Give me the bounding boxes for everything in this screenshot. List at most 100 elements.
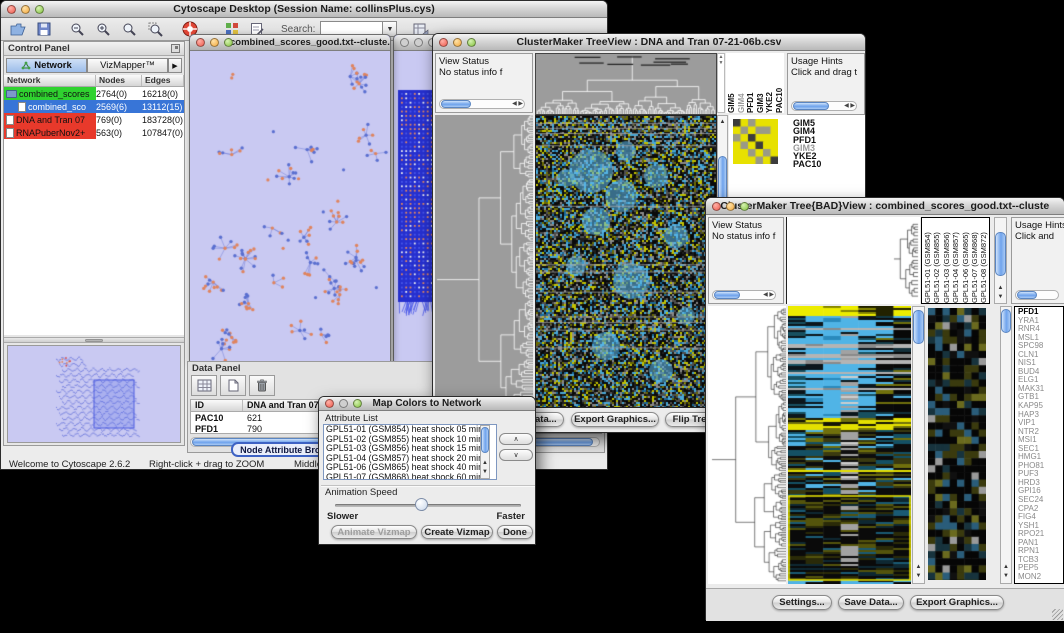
network-table-row[interactable]: combined_scores 2764(0) 16218(0) <box>4 87 184 100</box>
attribute-list-label: Attribute List <box>325 413 378 424</box>
column-label[interactable]: GPL51-03 (GSM856) <box>942 218 951 303</box>
column-label[interactable]: GPL51-06 (GSM865) <box>961 218 970 303</box>
tab-vizmapper[interactable]: VizMapper™ <box>87 58 168 73</box>
network1-titlebar[interactable]: combined_scores_good.txt--cluste... <box>190 35 390 51</box>
panel-splitter[interactable] <box>4 337 184 343</box>
usage-hints-title: Usage Hints <box>791 56 861 67</box>
treeview-window-combined[interactable]: ClusterMaker Tree{BAD}View : combined_sc… <box>705 197 1064 620</box>
zoom-button[interactable] <box>740 202 749 211</box>
main-titlebar[interactable]: Cytoscape Desktop (Session Name: collins… <box>1 1 607 18</box>
export-graphics-button[interactable]: Export Graphics... <box>571 412 659 427</box>
gene-label[interactable]: MON2 <box>1018 573 1063 582</box>
export-graphics-button[interactable]: Export Graphics... <box>910 595 1004 610</box>
zoom-button[interactable] <box>353 399 362 408</box>
settings-button[interactable]: Settings... <box>772 595 832 610</box>
row-dendrogram-a[interactable] <box>435 115 533 406</box>
treeview-a-titlebar[interactable]: ClusterMaker TreeView : DNA and Tran 07-… <box>433 34 865 51</box>
treeview-b-titlebar[interactable]: ClusterMaker Tree{BAD}View : combined_sc… <box>706 198 1064 215</box>
column-label[interactable]: GPL51-02 (GSM855) <box>932 218 941 303</box>
mini-heatmap[interactable] <box>733 119 778 164</box>
network-table-row[interactable]: RNAPuberNov2+ 563(0) 107847(0) <box>4 126 184 139</box>
minimize-button[interactable] <box>210 38 219 47</box>
column-label[interactable]: YKE2 <box>765 53 775 113</box>
minimize-button[interactable] <box>339 399 348 408</box>
column-header-id[interactable]: ID <box>191 400 243 411</box>
minimize-button[interactable] <box>414 38 423 47</box>
column-dendrogram-a[interactable] <box>535 53 717 115</box>
column-label[interactable]: GPL51-08 (GSM872) <box>979 218 988 303</box>
view-status-scrollbar[interactable]: ◀ ▶ <box>439 99 525 109</box>
float-panel-icon[interactable] <box>171 44 180 53</box>
column-label[interactable]: PFD1 <box>746 53 756 113</box>
done-button[interactable]: Done <box>497 525 533 539</box>
move-down-button[interactable]: ∨ <box>499 449 533 461</box>
zoom-button[interactable] <box>35 5 44 14</box>
create-vizmap-button[interactable]: Create Vizmap <box>421 525 493 539</box>
tab-overflow-button[interactable]: ▶ <box>168 58 182 73</box>
delete-attribute-button[interactable] <box>249 375 275 396</box>
zoom-in-icon <box>96 22 111 37</box>
map-colors-dialog[interactable]: Map Colors to Network Attribute List GPL… <box>318 396 536 545</box>
network-table-row[interactable]: DNA and Tran 07 769(0) 183728(0) <box>4 113 184 126</box>
column-label[interactable]: PAC10 <box>775 53 785 113</box>
birdseye-canvas[interactable] <box>8 346 181 443</box>
open-session-button[interactable] <box>7 20 28 39</box>
network-table-row[interactable]: combined_sco 2569(6) 13112(15) <box>4 100 184 113</box>
dialog-titlebar[interactable]: Map Colors to Network <box>319 397 535 411</box>
row-label[interactable]: PAC10 <box>793 160 821 168</box>
close-button[interactable] <box>400 38 409 47</box>
close-button[interactable] <box>196 38 205 47</box>
network-icon <box>21 61 31 70</box>
network-icon-small <box>6 90 17 98</box>
attribute-list-scrollbar[interactable]: ▲▼ <box>480 425 490 479</box>
usage-hints-scrollbar[interactable]: ◀ ▶ <box>791 101 857 111</box>
main-window-title: Cytoscape Desktop (Session Name: collins… <box>173 3 434 15</box>
speed-slider-thumb[interactable] <box>415 498 428 511</box>
column-label[interactable]: GPL51-04 (GSM857) <box>951 218 960 303</box>
column-label[interactable]: GIM4 <box>737 53 747 113</box>
column-tree-scrollbar[interactable]: ▲▼ <box>717 53 725 113</box>
column-dendrogram-b[interactable] <box>786 217 920 304</box>
move-up-button[interactable]: ∧ <box>499 433 533 445</box>
select-attributes-button[interactable] <box>191 375 217 396</box>
column-label[interactable]: GIM5 <box>727 53 737 113</box>
close-button[interactable] <box>325 399 334 408</box>
speed-slider-track[interactable] <box>335 504 521 507</box>
tab-network[interactable]: Network <box>6 58 87 73</box>
view-status-scrollbar[interactable]: ◀ ▶ <box>712 290 776 300</box>
treeview-b-buttonbar: Settings... Save Data... Export Graphics… <box>706 588 1064 621</box>
row-dendrogram-b[interactable] <box>708 306 786 584</box>
save-data-button[interactable]: Save Data... <box>838 595 904 610</box>
birdseye-view[interactable] <box>7 345 181 443</box>
close-button[interactable] <box>712 202 721 211</box>
heatmap-a[interactable] <box>535 115 717 408</box>
heatmap-b[interactable] <box>788 306 911 584</box>
zoom-in-button[interactable] <box>93 20 114 39</box>
minimize-button[interactable] <box>21 5 30 14</box>
minimize-button[interactable] <box>453 38 462 47</box>
column-label[interactable]: GPL51-01 (GSM854) <box>923 218 932 303</box>
resize-grip[interactable] <box>1052 609 1063 620</box>
zoom-actual-button[interactable] <box>119 20 140 39</box>
network-view-window-1[interactable]: combined_scores_good.txt--cluste... <box>189 34 391 362</box>
animate-vizmap-button[interactable]: Animate Vizmap <box>331 525 417 539</box>
window-controls <box>7 1 44 17</box>
new-attribute-button[interactable] <box>220 375 246 396</box>
minimize-button[interactable] <box>726 202 735 211</box>
network1-canvas[interactable] <box>190 52 390 362</box>
attribute-list-item[interactable]: GPL51-07 (GSM868) heat shock 60 min <box>326 473 496 480</box>
zoom-heatmap-vscrollbar[interactable]: ▲▼ <box>1000 306 1012 584</box>
close-button[interactable] <box>439 38 448 47</box>
zoom-button[interactable] <box>224 38 233 47</box>
column-label[interactable]: GIM3 <box>756 53 766 113</box>
column-labels-scrollbar[interactable]: ▲▼ <box>994 217 1007 304</box>
zoom-heatmap-b[interactable] <box>928 308 986 580</box>
zoom-button[interactable] <box>467 38 476 47</box>
heatmap-b-vscrollbar[interactable]: ▲▼ <box>912 306 925 584</box>
save-session-button[interactable] <box>33 20 54 39</box>
usage-hints-scrollbar[interactable] <box>1015 290 1059 300</box>
zoom-out-button[interactable] <box>67 20 88 39</box>
close-button[interactable] <box>7 5 16 14</box>
column-label[interactable]: GPL51-07 (GSM868) <box>970 218 979 303</box>
zoom-selected-button[interactable] <box>145 20 166 39</box>
